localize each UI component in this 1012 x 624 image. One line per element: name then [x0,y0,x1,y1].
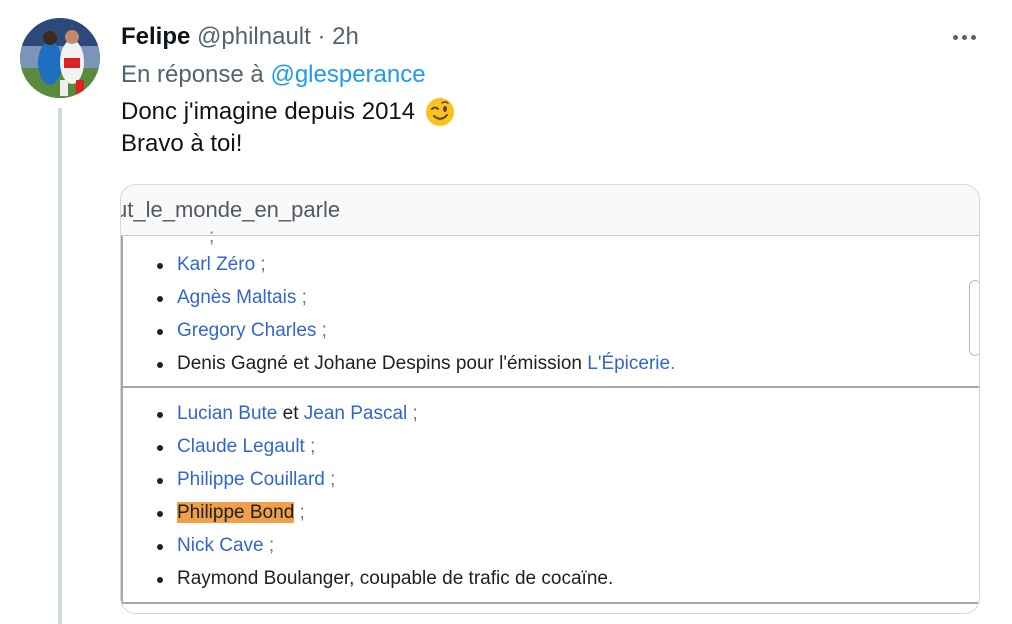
wiki-link[interactable]: Lucian Bute [177,403,277,424]
more-options-icon[interactable] [946,22,982,52]
list-item: Claude Legault ; [157,430,613,463]
wiki-link[interactable]: Claude Legault [177,436,305,457]
author-handle[interactable]: @philnault [197,23,311,50]
wiki-page-title-bar: ut_le_monde_en_parle [121,185,979,236]
section-divider [123,602,979,604]
winking-face-emoji [426,98,455,126]
guest-list-2: Lucian Bute et Jean Pascal ; Claude Lega… [157,397,613,595]
tweet-header: Felipe @philnault · 2h [121,22,359,52]
wiki-link[interactable]: Gregory Charles [177,320,316,341]
wiki-link[interactable]: Philippe Couillard [177,469,325,490]
list-item: Gregory Charles ; [157,314,675,347]
tweet-image-card[interactable]: ut_le_monde_en_parle ; Karl Zéro ; Agnès… [120,184,980,614]
guest-list-1: Karl Zéro ; Agnès Maltais ; Gregory Char… [157,248,675,380]
wiki-content: ; Karl Zéro ; Agnès Maltais ; Gregory Ch… [121,226,979,612]
reply-context: En réponse à @glesperance [121,60,426,90]
clipped-line: ; [209,226,215,247]
wiki-link[interactable]: Karl Zéro [177,254,255,275]
wiki-link[interactable]: L'Épicerie [587,353,670,374]
header-separator: · [317,23,326,50]
list-item: Philippe Couillard ; [157,463,613,496]
list-item: Agnès Maltais ; [157,281,675,314]
reply-prefix: En réponse à [121,61,264,88]
highlighted-text[interactable]: Philippe Bond [177,502,295,523]
author-name[interactable]: Felipe [121,23,190,50]
scrollbar-thumb[interactable] [969,280,979,356]
list-item: Karl Zéro ; [157,248,675,281]
wiki-link[interactable]: Nick Cave [177,535,264,556]
section-divider [123,386,979,388]
list-item: Nick Cave ; [157,529,613,562]
wiki-page-title: ut_le_monde_en_parle [121,197,341,222]
list-item: Raymond Boulanger, coupable de trafic de… [157,562,613,595]
list-item: Philippe Bond ; [157,496,613,529]
tweet-text-line2: Bravo à toi! [121,130,243,157]
tweet-text-line1: Donc j'imagine depuis 2014 [121,98,416,125]
list-item: Denis Gagné et Johane Despins pour l'émi… [157,347,675,380]
tweet-text: Donc j'imagine depuis 2014 Bravo à toi! [121,96,455,160]
reply-mention-link[interactable]: @glesperance [270,61,425,88]
wiki-link[interactable]: Jean Pascal [304,403,408,424]
tweet-timestamp[interactable]: 2h [332,23,359,50]
thread-line [58,108,62,624]
wiki-link[interactable]: Agnès Maltais [177,287,296,308]
author-avatar[interactable] [20,18,100,98]
list-item: Lucian Bute et Jean Pascal ; [157,397,613,430]
